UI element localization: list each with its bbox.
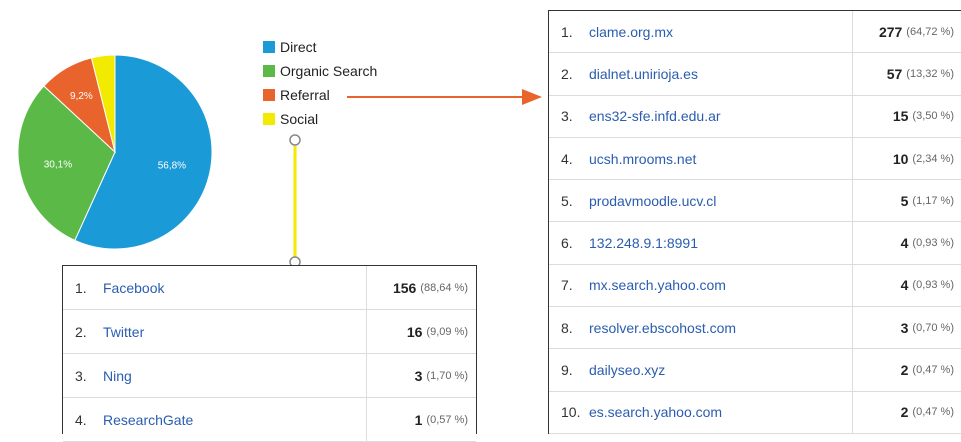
source-link[interactable]: mx.search.yahoo.com (589, 265, 852, 306)
row-index: 1. (75, 279, 87, 296)
table-row[interactable]: 6. 132.248.9.1:8991 4 (0,93 %) (549, 222, 961, 265)
row-value: 10 (2,34 %) (852, 137, 961, 180)
session-count: 4 (900, 277, 909, 294)
row-value: 2 (0,47 %) (852, 349, 961, 391)
source-link[interactable]: Facebook (103, 266, 366, 309)
row-index: 3. (561, 108, 573, 125)
table-row[interactable]: 2. Twitter 16 (9,09 %) (63, 310, 476, 354)
session-count: 277 (878, 23, 903, 40)
source-link[interactable]: ens32-sfe.infd.edu.ar (589, 96, 852, 137)
table-row[interactable]: 2. dialnet.unirioja.es 57 (13,32 %) (549, 53, 961, 96)
table-row[interactable]: 4. ResearchGate 1 (0,57 %) (63, 398, 476, 442)
session-percent: (9,09 %) (426, 325, 468, 338)
row-index: 10. (561, 404, 581, 421)
table-row[interactable]: 7. mx.search.yahoo.com 4 (0,93 %) (549, 264, 961, 308)
row-value: 277 (64,72 %) (852, 11, 961, 53)
social-sources-table: 1. Facebook 156 (88,64 %) 2. Twitter 16 … (62, 265, 477, 442)
row-index: 1. (561, 23, 573, 40)
session-percent: (1,70 %) (426, 369, 468, 382)
source-link[interactable]: resolver.ebscohost.com (589, 307, 852, 348)
referral-sources-table: 1. clame.org.mx 277 (64,72 %) 2. dialnet… (548, 10, 961, 434)
session-percent: (1,17 %) (912, 194, 954, 207)
source-link[interactable]: ucsh.mrooms.net (589, 138, 852, 179)
row-index: 5. (561, 192, 573, 209)
row-value: 15 (3,50 %) (852, 95, 961, 137)
session-count: 2 (900, 404, 909, 421)
row-index: 2. (561, 65, 573, 82)
session-percent: (13,32 %) (906, 67, 954, 80)
row-index: 9. (561, 362, 573, 379)
session-percent: (3,50 %) (912, 110, 954, 123)
session-percent: (0,57 %) (426, 413, 468, 426)
row-value: 4 (0,93 %) (852, 222, 961, 264)
row-index: 7. (561, 277, 573, 294)
source-link[interactable]: ResearchGate (103, 398, 366, 441)
session-percent: (0,93 %) (912, 237, 954, 250)
table-row[interactable]: 1. clame.org.mx 277 (64,72 %) (549, 11, 961, 54)
session-count: 2 (900, 362, 909, 379)
row-value: 2 (0,47 %) (852, 391, 961, 433)
source-link[interactable]: 132.248.9.1:8991 (589, 222, 852, 263)
source-link[interactable]: clame.org.mx (589, 11, 852, 52)
row-value: 4 (0,93 %) (852, 264, 961, 307)
session-count: 5 (900, 192, 909, 209)
social-connector-start-node (289, 134, 301, 146)
session-count: 10 (892, 150, 909, 167)
session-count: 15 (892, 108, 909, 125)
source-link[interactable]: dialnet.unirioja.es (589, 53, 852, 94)
session-percent: (0,47 %) (912, 364, 954, 377)
table-row[interactable]: 3. Ning 3 (1,70 %) (63, 354, 476, 398)
row-value: 3 (1,70 %) (366, 354, 476, 397)
session-percent: (2,34 %) (912, 152, 954, 165)
row-value: 5 (1,17 %) (852, 180, 961, 222)
table-row[interactable]: 4. ucsh.mrooms.net 10 (2,34 %) (549, 137, 961, 181)
row-value: 3 (0,70 %) (852, 307, 961, 349)
session-percent: (0,93 %) (912, 279, 954, 292)
row-index: 8. (561, 319, 573, 336)
table-row[interactable]: 3. ens32-sfe.infd.edu.ar 15 (3,50 %) (549, 95, 961, 138)
session-count: 16 (406, 323, 423, 340)
row-index: 6. (561, 235, 573, 252)
row-index: 4. (75, 411, 87, 428)
table-row[interactable]: 9. dailyseo.xyz 2 (0,47 %) (549, 349, 961, 392)
source-link[interactable]: dailyseo.xyz (589, 349, 852, 390)
table-row[interactable]: 10. es.search.yahoo.com 2 (0,47 %) (549, 391, 961, 434)
row-value: 16 (9,09 %) (366, 310, 476, 353)
table-row[interactable]: 1. Facebook 156 (88,64 %) (63, 266, 476, 310)
session-percent: (0,70 %) (912, 321, 954, 334)
session-count: 1 (414, 411, 423, 428)
row-value: 1 (0,57 %) (366, 398, 476, 441)
source-link[interactable]: prodavmoodle.ucv.cl (589, 180, 852, 221)
row-value: 57 (13,32 %) (852, 53, 961, 95)
row-index: 4. (561, 150, 573, 167)
source-link[interactable]: es.search.yahoo.com (589, 392, 852, 433)
row-index: 2. (75, 323, 87, 340)
session-percent: (64,72 %) (906, 25, 954, 38)
source-link[interactable]: Twitter (103, 310, 366, 353)
session-count: 4 (900, 235, 909, 252)
table-row[interactable]: 8. resolver.ebscohost.com 3 (0,70 %) (549, 307, 961, 350)
session-count: 57 (886, 65, 903, 82)
source-link[interactable]: Ning (103, 354, 366, 397)
session-percent: (88,64 %) (420, 281, 468, 294)
session-percent: (0,47 %) (912, 406, 954, 419)
session-count: 3 (900, 319, 909, 336)
session-count: 156 (392, 279, 417, 296)
session-count: 3 (414, 367, 423, 384)
row-value: 156 (88,64 %) (366, 266, 476, 309)
table-row[interactable]: 5. prodavmoodle.ucv.cl 5 (1,17 %) (549, 180, 961, 223)
row-index: 3. (75, 367, 87, 384)
